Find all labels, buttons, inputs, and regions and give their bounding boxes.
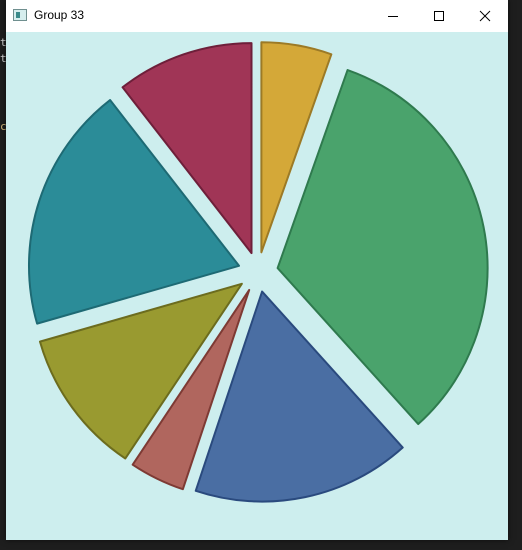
window-title: Group 33 xyxy=(34,8,85,22)
pie-chart xyxy=(27,41,489,503)
chart-window: Group 33 xyxy=(6,0,508,540)
chart-canvas xyxy=(6,32,508,540)
maximize-icon xyxy=(434,11,444,21)
maximize-button[interactable] xyxy=(416,0,462,32)
close-button[interactable] xyxy=(462,0,508,32)
title-bar[interactable]: Group 33 xyxy=(6,0,508,32)
close-icon xyxy=(479,10,491,22)
minimize-button[interactable] xyxy=(370,0,416,32)
app-icon xyxy=(13,9,27,21)
minimize-icon xyxy=(388,16,398,17)
